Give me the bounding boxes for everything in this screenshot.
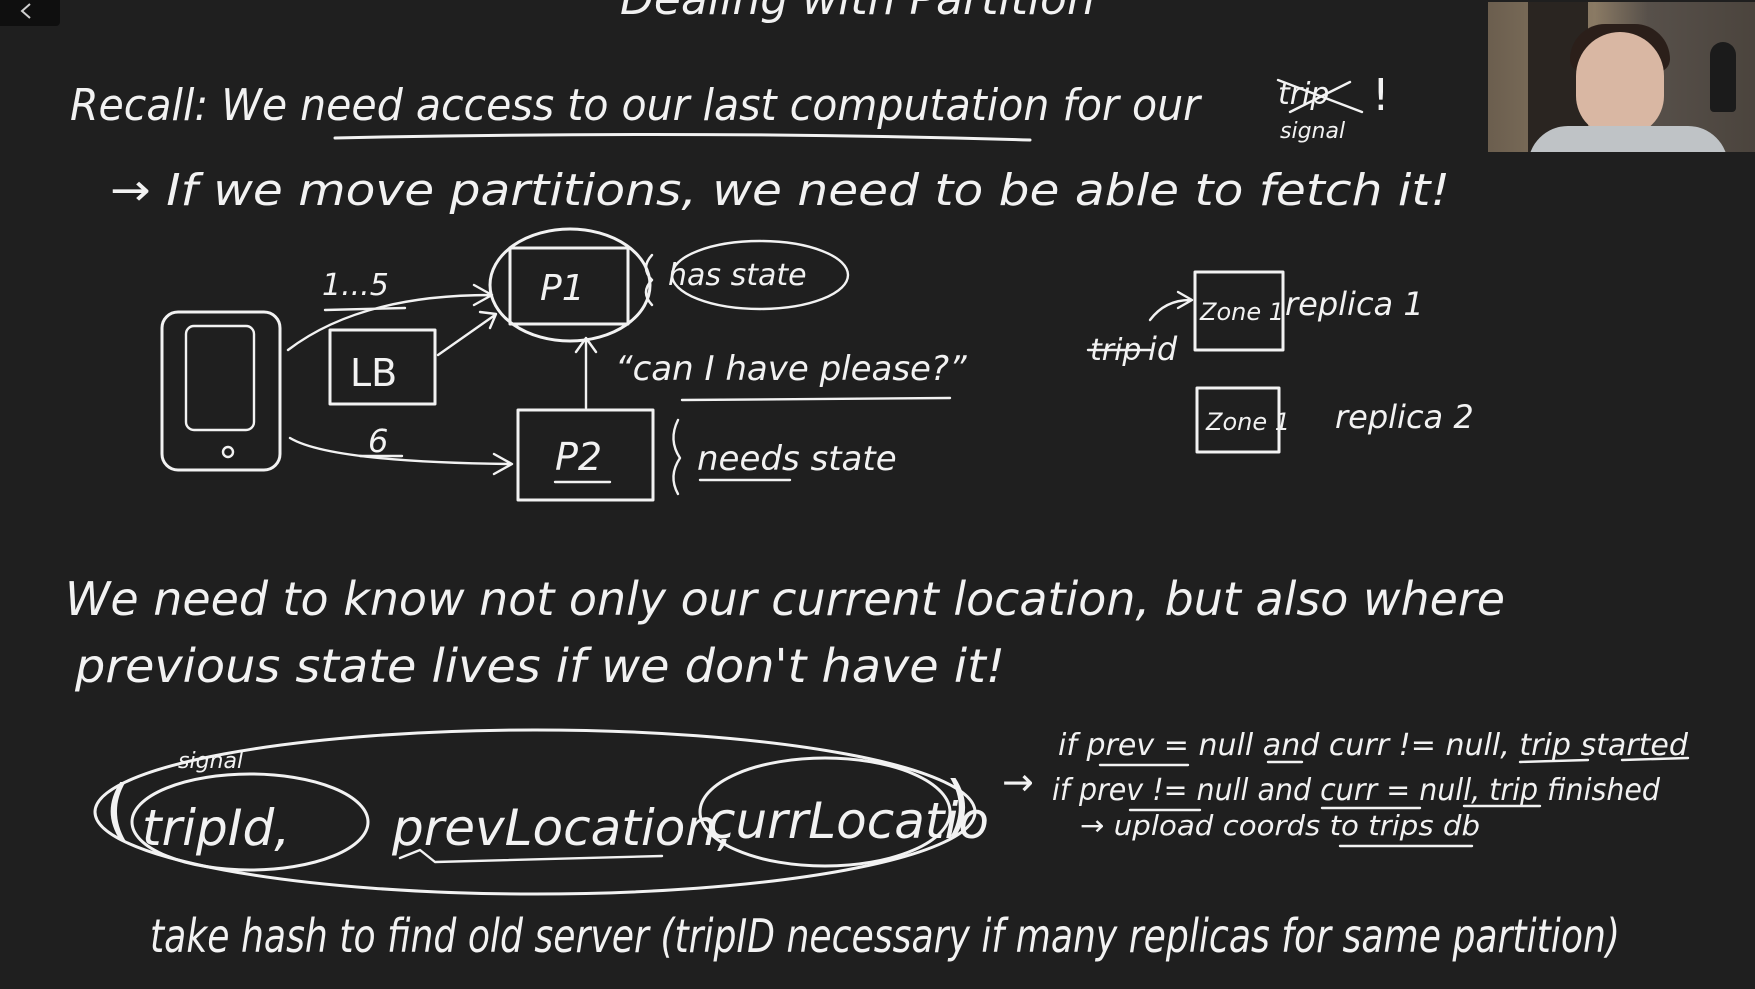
has-state-label: has state <box>668 258 807 293</box>
range-1-5-label: 1...5 <box>322 268 389 303</box>
needs-state-label: needs state <box>697 439 897 479</box>
back-button[interactable] <box>0 0 60 26</box>
page-title: Dealing with Partition <box>620 0 1095 25</box>
know-line-2: previous state lives if we don't have it… <box>74 639 1005 693</box>
arrow-phone-to-p1 <box>286 283 494 352</box>
arrow-lb-to-p1 <box>436 310 498 357</box>
partition-p1-label: P1 <box>540 268 585 309</box>
request-quote: “can I have please?” <box>615 349 967 389</box>
rule-1: if prev = null and curr != null, trip st… <box>1058 728 1689 763</box>
phone-screen <box>184 324 256 432</box>
webcam-overlay <box>1488 2 1755 152</box>
if-line: → If we move partitions, we need to be a… <box>110 165 1450 216</box>
tuple-trip-id: tripId, <box>142 799 290 857</box>
rules-arrow: → <box>1002 760 1034 804</box>
lamp-shape <box>1710 42 1736 112</box>
partition-p2-label: P2 <box>555 435 602 479</box>
tuple-prev-location: prevLocation, <box>391 799 733 857</box>
recall-replacement-word: signal <box>1280 119 1345 144</box>
presenter-face <box>1576 32 1664 136</box>
range-6-label: 6 <box>368 422 388 460</box>
phone-outline <box>160 310 282 472</box>
hash-line: take hash to find old server (tripID nec… <box>150 909 1620 963</box>
recall-underline <box>333 132 1032 142</box>
zone-a-label: Zone 1 <box>1199 298 1284 326</box>
arrow-p2-to-p1 <box>574 336 598 410</box>
rule-3: → upload coords to trips db <box>1080 809 1480 842</box>
tuple-close-paren: ) <box>945 767 971 844</box>
presenter-shirt <box>1528 126 1728 152</box>
lecture-video-frame: Dealing with Partition Recall: We need a… <box>0 0 1755 989</box>
rule-2: if prev != null and curr = null, trip fi… <box>1052 773 1661 808</box>
arrow-id-to-zone <box>1148 290 1194 322</box>
replica-1-label: replica 1 <box>1285 285 1424 323</box>
load-balancer-label: LB <box>350 351 397 395</box>
back-arrow-icon <box>20 3 31 19</box>
trip-id-label: id <box>1148 330 1178 368</box>
phone-button <box>221 445 235 459</box>
zone-b-label: Zone 1 <box>1205 408 1290 436</box>
know-line-1: We need to know not only our current loc… <box>65 572 1505 626</box>
recall-exclaim: ! <box>1372 70 1390 121</box>
recall-line: Recall: We need access to our last compu… <box>70 80 1203 131</box>
replica-2-label: replica 2 <box>1335 398 1474 436</box>
